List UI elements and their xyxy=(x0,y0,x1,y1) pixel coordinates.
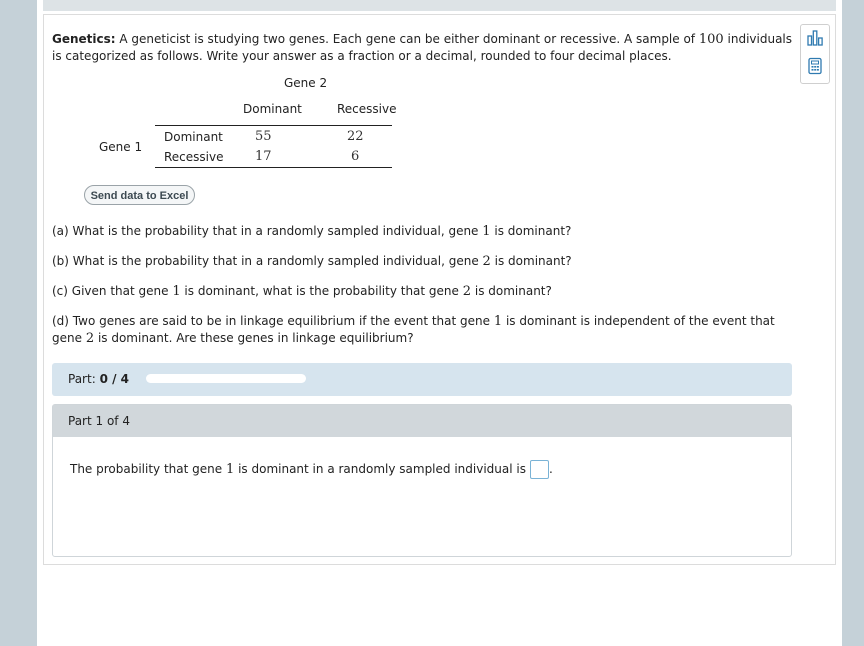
calculator-icon[interactable] xyxy=(806,57,824,75)
row-label-recessive: Recessive xyxy=(164,150,224,164)
problem-text-1: A geneticist is studying two genes. Each… xyxy=(119,32,696,46)
cell-rec-rec: 6 xyxy=(351,149,360,164)
row-label-dominant: Dominant xyxy=(164,130,223,144)
bar-chart-icon[interactable] xyxy=(806,29,824,47)
top-strip xyxy=(43,0,836,11)
sample-size: 100 xyxy=(698,32,724,47)
question-c: (c) Given that gene 1 is dominant, what … xyxy=(52,284,552,299)
part-header: Part 1 of 4 xyxy=(53,405,791,437)
part-progress-label: Part: 0 / 4 xyxy=(68,372,129,386)
problem-title: Genetics: xyxy=(52,32,116,46)
cell-dom-rec: 22 xyxy=(347,129,364,144)
part-progress-bar: Part: 0 / 4 xyxy=(52,363,792,396)
question-d: (d) Two genes are said to be in linkage … xyxy=(52,314,775,346)
problem-statement: Genetics: A geneticist is studying two g… xyxy=(52,31,792,64)
gene2-header: Gene 2 xyxy=(284,76,328,90)
table-top-rule xyxy=(155,125,392,126)
part-panel: Part 1 of 4 The probability that gene 1 … xyxy=(52,404,792,557)
answer-input[interactable] xyxy=(529,460,549,479)
cell-dom-dom: 55 xyxy=(255,129,272,144)
question-a: (a) What is the probability that in a ra… xyxy=(52,224,572,239)
side-tools xyxy=(800,24,830,84)
col-header-recessive: Recessive xyxy=(337,102,397,116)
answer-line: The probability that gene 1 is dominant … xyxy=(70,460,553,479)
question-b: (b) What is the probability that in a ra… xyxy=(52,254,572,269)
send-to-excel-button[interactable]: Send data to Excel xyxy=(84,185,195,205)
gene1-header: Gene 1 xyxy=(99,140,143,154)
col-header-dominant: Dominant xyxy=(243,102,302,116)
progress-track xyxy=(146,374,306,383)
cell-rec-dom: 17 xyxy=(255,149,272,164)
table-bottom-rule xyxy=(155,167,392,168)
